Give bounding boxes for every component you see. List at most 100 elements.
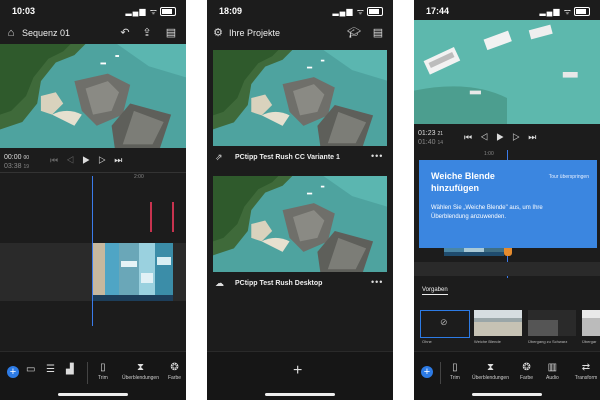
status-indicators: ▂▄▆ ᯤ (333, 6, 383, 17)
media-icon[interactable]: ▭ (26, 364, 35, 377)
add-icon[interactable]: + (421, 366, 433, 378)
steps-icon[interactable]: ▟ (66, 364, 74, 377)
timeline-screen: 10:03 ▂▄▆ ᯤ ⌂ Sequenz 01 ↶ ⇪ ▤ 00:00 00 … (0, 0, 186, 400)
track-area (414, 262, 600, 276)
skip-start-icon[interactable]: ⏮ (50, 155, 66, 165)
divider (0, 172, 186, 173)
transport-controls: ⏮◁▶▷⏭ (464, 132, 544, 143)
transform-tool[interactable]: ⇄ Transform (572, 362, 600, 381)
preset-label: Weiche Blende (474, 339, 501, 344)
preset-label: Ohne (422, 339, 432, 344)
status-bar: 10:03 ▂▄▆ ᯤ (0, 0, 186, 20)
trim-tool[interactable]: ▯ Trim (450, 362, 460, 381)
status-time: 18:09 (219, 6, 243, 16)
home-indicator (58, 393, 128, 396)
cloud-icon: ☁ (215, 278, 224, 288)
color-tool[interactable]: ❂ Farbe (168, 362, 181, 381)
status-time: 17:44 (426, 6, 450, 16)
skip-end-icon[interactable]: ⏭ (114, 155, 130, 165)
share-icon[interactable]: ⇪ (140, 26, 154, 40)
ruler-mark: 2:00 (134, 174, 144, 180)
total-timecode: 03:38 19 (4, 163, 30, 170)
transitions-tool[interactable]: ⧗ Überblendungen (472, 362, 509, 381)
share-export-icon: ⇗ (215, 152, 223, 162)
gear-icon[interactable]: ⚙ (211, 26, 225, 40)
tab-presets[interactable]: Vorgaben (422, 287, 448, 295)
tooltip-title: Weiche Blende hinzufügen (431, 171, 495, 193)
home-icon[interactable]: ⌂ (4, 26, 18, 40)
bottom-toolbar: + ▯ Trim ⧗ Überblendungen ❂ Farbe ▥ Audio ⇄ T… (414, 351, 600, 400)
frame-back-icon[interactable]: ◁ (66, 155, 82, 165)
transport-controls: ⏮◁▶▷⏭ (50, 155, 130, 166)
status-bar: 17:44 ▂▄▆ ᯤ (414, 0, 600, 20)
home-indicator (265, 393, 335, 396)
trim-icon: ▯ (100, 362, 106, 373)
preset-label: Übergang zu Schwarz (528, 339, 568, 344)
comment-icon[interactable]: ▤ (371, 26, 385, 40)
clip-strip[interactable] (93, 243, 173, 301)
bottom-toolbar: + ▭ ☰ ▟ ▯ Trim ⧗ Überblendungen ❂ Farbe (0, 351, 186, 400)
color-icon: ❂ (522, 362, 531, 373)
transitions-tool[interactable]: ⧗ Überblendungen (122, 362, 159, 381)
frame-back-icon[interactable]: ◁ (480, 132, 496, 142)
more-icon[interactable]: ••• (371, 277, 383, 287)
sequence-title: Sequenz 01 (22, 28, 71, 38)
project-name[interactable]: PCtipp Test Rush Desktop (235, 280, 322, 287)
playhead[interactable] (92, 176, 93, 326)
preset-fade-to-black[interactable] (528, 310, 576, 336)
skip-start-icon[interactable]: ⏮ (464, 132, 480, 142)
toolbar-divider (440, 362, 441, 384)
frame-forward-icon[interactable]: ▷ (98, 155, 114, 165)
current-timecode: 00:00 00 (4, 154, 30, 161)
status-indicators: ▂▄▆ ᯤ (540, 6, 590, 17)
skip-end-icon[interactable]: ⏭ (528, 132, 544, 142)
frame-forward-icon[interactable]: ▷ (512, 132, 528, 142)
audio-tool[interactable]: ▥ Audio (546, 362, 559, 381)
transitions-icon: ⧗ (486, 362, 494, 373)
preset-label: Übergar (582, 339, 597, 344)
preset-none[interactable]: ⊘ (420, 310, 470, 338)
skip-tour-link[interactable]: Tour überspringen (549, 174, 589, 180)
toolbar-divider (87, 362, 88, 384)
undo-icon[interactable]: ↶ (118, 26, 132, 40)
tour-tooltip: Weiche Blende hinzufügen Tour überspring… (419, 160, 597, 248)
video-preview[interactable] (0, 44, 186, 148)
project-name[interactable]: PCtipp Test Rush CC Variante 1 (235, 154, 340, 161)
ruler-mark: 1:00 (484, 151, 494, 157)
new-project-icon[interactable]: + (293, 362, 302, 380)
trim-icon: ▯ (452, 362, 458, 373)
current-timecode: 01:23 21 (418, 130, 444, 137)
bottom-bar: + (207, 351, 393, 400)
tracks-icon[interactable]: ☰ (46, 364, 55, 377)
page-title: Ihre Projekte (229, 28, 281, 38)
add-icon[interactable]: + (7, 366, 19, 378)
transform-icon: ⇄ (581, 362, 591, 373)
status-time: 10:03 (12, 6, 36, 16)
comment-icon[interactable]: ▤ (164, 26, 178, 40)
top-bar: ⌂ Sequenz 01 ↶ ⇪ ▤ (0, 22, 186, 44)
project-thumbnail[interactable] (213, 50, 387, 146)
color-tool[interactable]: ❂ Farbe (520, 362, 533, 381)
preset-fade-to-white[interactable] (582, 310, 600, 336)
transitions-screen: 17:44 ▂▄▆ ᯤ 01:23 21 01:40 14 ⏮◁▶▷⏭ 1:00… (414, 0, 600, 400)
audio-icon: ▥ (547, 362, 558, 373)
projects-screen: 18:09 ▂▄▆ ᯤ ⚙ Ihre Projekte 🎓︎ ▤ ⇗ PCtip… (207, 0, 393, 400)
total-timecode: 01:40 14 (418, 139, 444, 146)
play-icon[interactable]: ▶ (496, 132, 512, 142)
none-icon: ⊘ (440, 317, 448, 327)
preset-cross-dissolve[interactable] (474, 310, 522, 336)
audio-marker (172, 202, 174, 232)
more-icon[interactable]: ••• (371, 151, 383, 161)
top-bar: ⚙ Ihre Projekte 🎓︎ ▤ (207, 22, 393, 44)
learn-icon[interactable]: 🎓︎ (347, 26, 361, 40)
audio-marker (150, 202, 152, 232)
transitions-icon: ⧗ (136, 362, 144, 373)
home-indicator (472, 393, 542, 396)
tooltip-body: Wählen Sie „Weiche Blende" aus, um Ihre … (431, 205, 543, 220)
trim-tool[interactable]: ▯ Trim (98, 362, 108, 381)
video-preview[interactable] (414, 20, 600, 124)
project-thumbnail[interactable] (213, 176, 387, 272)
color-icon: ❂ (170, 362, 179, 373)
status-indicators: ▂▄▆ ᯤ (126, 6, 176, 17)
play-icon[interactable]: ▶ (82, 155, 98, 165)
